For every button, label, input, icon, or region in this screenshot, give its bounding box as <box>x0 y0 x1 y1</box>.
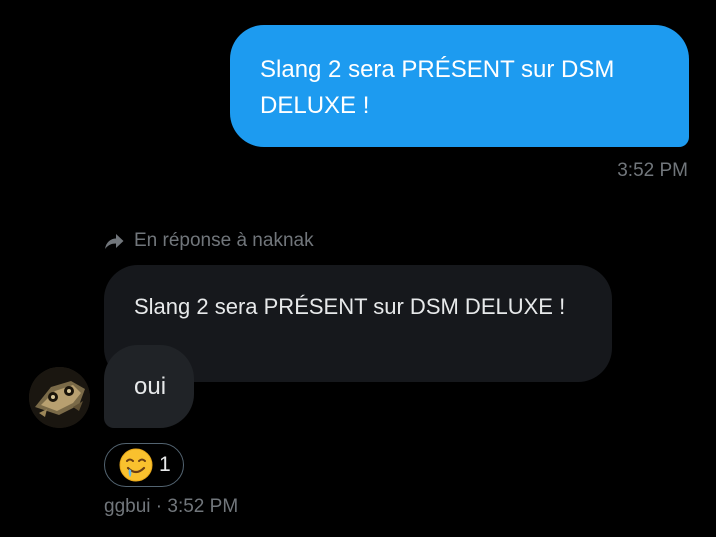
reply-arrow-icon <box>102 229 126 253</box>
sent-message-timestamp: 3:52 PM <box>617 160 688 181</box>
received-message-text: oui <box>134 372 167 400</box>
meta-separator: · <box>155 496 163 517</box>
drooling-face-icon <box>119 448 153 482</box>
reaction-pill[interactable]: 1 <box>104 443 184 487</box>
sender-name[interactable]: ggbui <box>104 496 151 517</box>
received-message-bubble[interactable]: oui <box>104 345 195 428</box>
sent-message-text: Slang 2 sera PRÉSENT sur DSM DELUXE ! <box>260 56 615 119</box>
message-meta: ggbui · 3:52 PM <box>104 496 238 518</box>
sent-message-bubble[interactable]: Slang 2 sera PRÉSENT sur DSM DELUXE ! <box>230 25 689 147</box>
received-message-timestamp: 3:52 PM <box>167 496 239 517</box>
quoted-message-text: Slang 2 sera PRÉSENT sur DSM DELUXE ! <box>134 294 566 319</box>
avatar[interactable] <box>29 367 90 428</box>
reply-context[interactable]: En réponse à naknak <box>102 229 314 253</box>
reaction-count: 1 <box>159 453 171 476</box>
reply-context-label: En réponse à naknak <box>134 230 314 251</box>
